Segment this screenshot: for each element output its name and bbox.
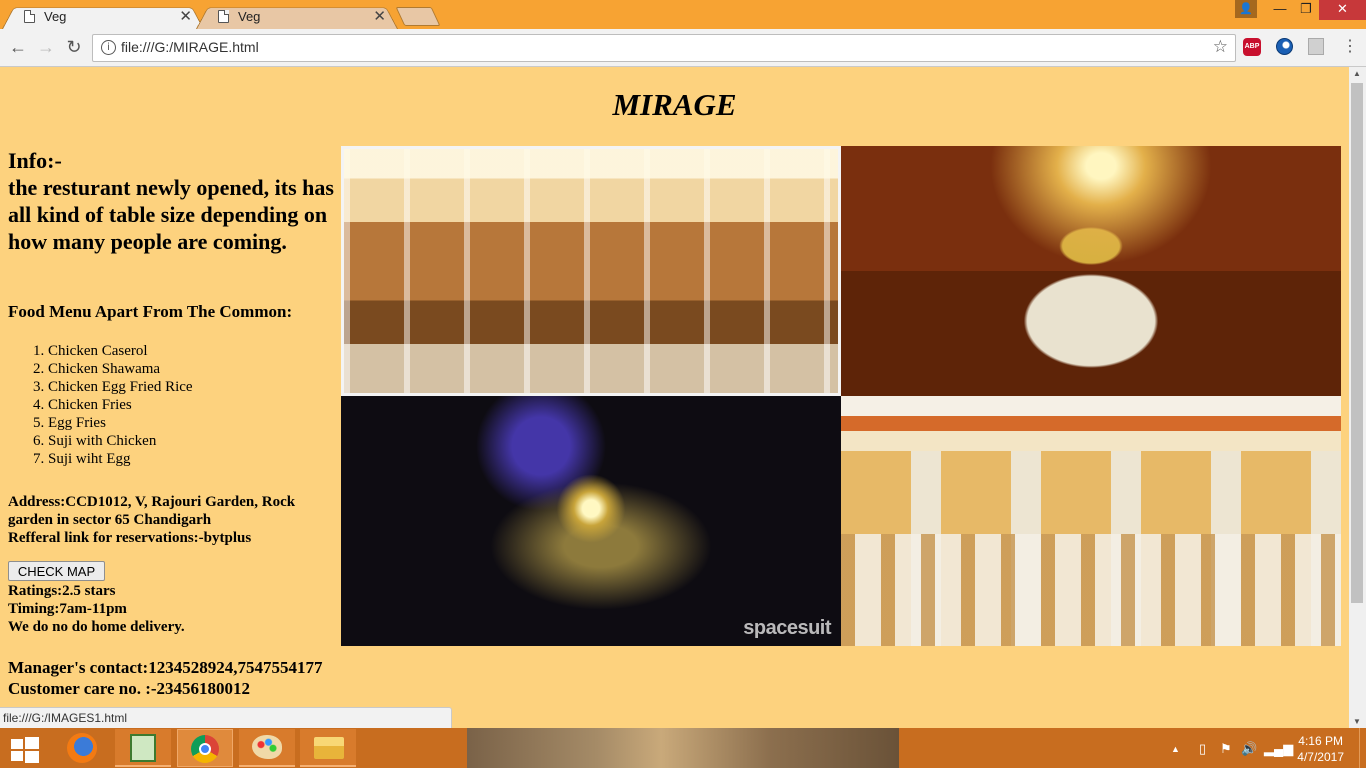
file-explorer-icon[interactable]	[300, 729, 356, 767]
windows-start-icon[interactable]	[8, 736, 40, 763]
volume-icon[interactable]: 🔊	[1241, 741, 1257, 757]
tab-label: Veg	[238, 9, 261, 24]
referral-text: Refferal link for reservations:-bytplus	[8, 530, 252, 546]
back-icon[interactable]: ←	[6, 37, 30, 58]
close-window-button[interactable]: ✕	[1319, 0, 1366, 20]
clock-time: 4:16 PM	[1298, 734, 1343, 748]
list-item: Chicken Egg Fried Rice	[48, 378, 193, 396]
firefox-icon[interactable]	[55, 729, 111, 767]
manager-contact: Manager's contact:1234528924,7547554177	[8, 658, 323, 677]
list-item: Chicken Shawama	[48, 360, 193, 378]
address-bar[interactable]: i file:///G:/MIRAGE.html ☆	[92, 34, 1236, 62]
new-tab-button[interactable]	[395, 7, 441, 26]
list-item: Suji wiht Egg	[48, 450, 193, 468]
url-text[interactable]: file:///G:/MIRAGE.html	[121, 39, 259, 55]
check-map-button[interactable]: CHECK MAP	[8, 561, 105, 581]
spreadsheet-app-icon[interactable]	[115, 729, 171, 767]
vertical-scrollbar[interactable]: ▲ ▼	[1349, 67, 1366, 728]
food-menu-heading: Food Menu Apart From The Common:	[8, 302, 293, 321]
tab-veg-active[interactable]: Veg ✕	[2, 4, 204, 29]
delivery-text: We do no do home delivery.	[8, 619, 185, 635]
chrome-menu-icon[interactable]: ⋮	[1342, 36, 1358, 56]
tab-label: Veg	[44, 9, 67, 24]
pdf-extension-icon[interactable]	[1308, 38, 1324, 55]
info-heading: Info:-	[8, 148, 62, 173]
restaurant-photo-private-room[interactable]	[841, 146, 1341, 396]
restore-button[interactable]: ❐	[1293, 0, 1319, 20]
close-icon[interactable]: ✕	[179, 7, 192, 25]
list-item: Chicken Fries	[48, 396, 193, 414]
restaurant-photo-night-dinner[interactable]: spacesuit	[341, 396, 841, 646]
window-controls: — ❐ ✕	[1267, 0, 1366, 20]
page-icon	[218, 10, 229, 23]
browser-titlebar: Veg ✕ Veg ✕ 👤 — ❐ ✕	[0, 0, 1366, 29]
page-icon	[24, 10, 35, 23]
show-desktop-button[interactable]	[1359, 728, 1366, 768]
info-icon[interactable]: i	[101, 40, 116, 55]
adblock-icon[interactable]: ABP	[1243, 38, 1261, 56]
taskbar-wallpaper-strip	[467, 728, 899, 768]
minimize-button[interactable]: —	[1267, 0, 1293, 20]
photo-watermark: spacesuit	[743, 617, 831, 639]
chrome-icon[interactable]	[177, 729, 233, 767]
list-item: Chicken Caserol	[48, 342, 193, 360]
forward-icon[interactable]: →	[34, 37, 58, 58]
bookmark-star-icon[interactable]: ☆	[1213, 37, 1228, 57]
scroll-thumb[interactable]	[1351, 83, 1363, 603]
page-title: MIRAGE	[612, 87, 737, 122]
details-section: Ratings:2.5 stars Timing:7am-11pm We do …	[8, 582, 185, 636]
user-profile-icon[interactable]: 👤	[1235, 0, 1257, 18]
list-item: Suji with Chicken	[48, 432, 193, 450]
flag-icon[interactable]: ⚑	[1220, 741, 1232, 757]
address-section: Address:CCD1012, V, Rajouri Garden, Rock…	[8, 493, 328, 547]
reload-icon[interactable]: ↻	[62, 37, 86, 58]
tab-veg[interactable]: Veg ✕	[196, 4, 398, 29]
restaurant-photo-bright-hall[interactable]	[841, 396, 1341, 646]
browser-toolbar: ← → ↻ i file:///G:/MIRAGE.html ☆	[0, 29, 1366, 67]
chevron-up-icon[interactable]: ▲	[1171, 744, 1180, 754]
address-text: Address:CCD1012, V, Rajouri Garden, Rock…	[8, 494, 296, 528]
extension-icon[interactable]	[1276, 38, 1293, 55]
scroll-down-icon[interactable]: ▼	[1353, 717, 1361, 726]
clock-date: 4/7/2017	[1297, 750, 1344, 764]
list-item: Egg Fries	[48, 414, 193, 432]
close-icon[interactable]: ✕	[373, 7, 386, 25]
customer-care: Customer care no. :-23456180012	[8, 679, 251, 698]
info-section: Info:- the resturant newly opened, its h…	[8, 147, 338, 255]
taskbar-clock[interactable]: 4:16 PM 4/7/2017	[1297, 733, 1344, 765]
info-text: the resturant newly opened, its has all …	[8, 175, 334, 254]
system-tray: ▲ ▯ ⚑ 🔊 ▂▄▆ 4:16 PM 4/7/2017	[1165, 728, 1366, 768]
ratings-text: Ratings:2.5 stars	[8, 583, 116, 599]
food-menu-list: Chicken Caserol Chicken Shawama Chicken …	[8, 342, 193, 468]
status-bubble: file:///G:/IMAGES1.html	[0, 707, 452, 728]
restaurant-photo-dining-hall[interactable]	[341, 146, 841, 396]
contact-section: Manager's contact:1234528924,7547554177 …	[8, 657, 322, 699]
page-content: MIRAGE Info:- the resturant newly opened…	[0, 67, 1349, 728]
timing-text: Timing:7am-11pm	[8, 601, 127, 617]
paint-icon[interactable]	[239, 729, 295, 767]
battery-icon[interactable]: ▯	[1199, 741, 1206, 757]
network-icon[interactable]: ▂▄▆	[1264, 741, 1293, 757]
scroll-up-icon[interactable]: ▲	[1353, 69, 1361, 78]
